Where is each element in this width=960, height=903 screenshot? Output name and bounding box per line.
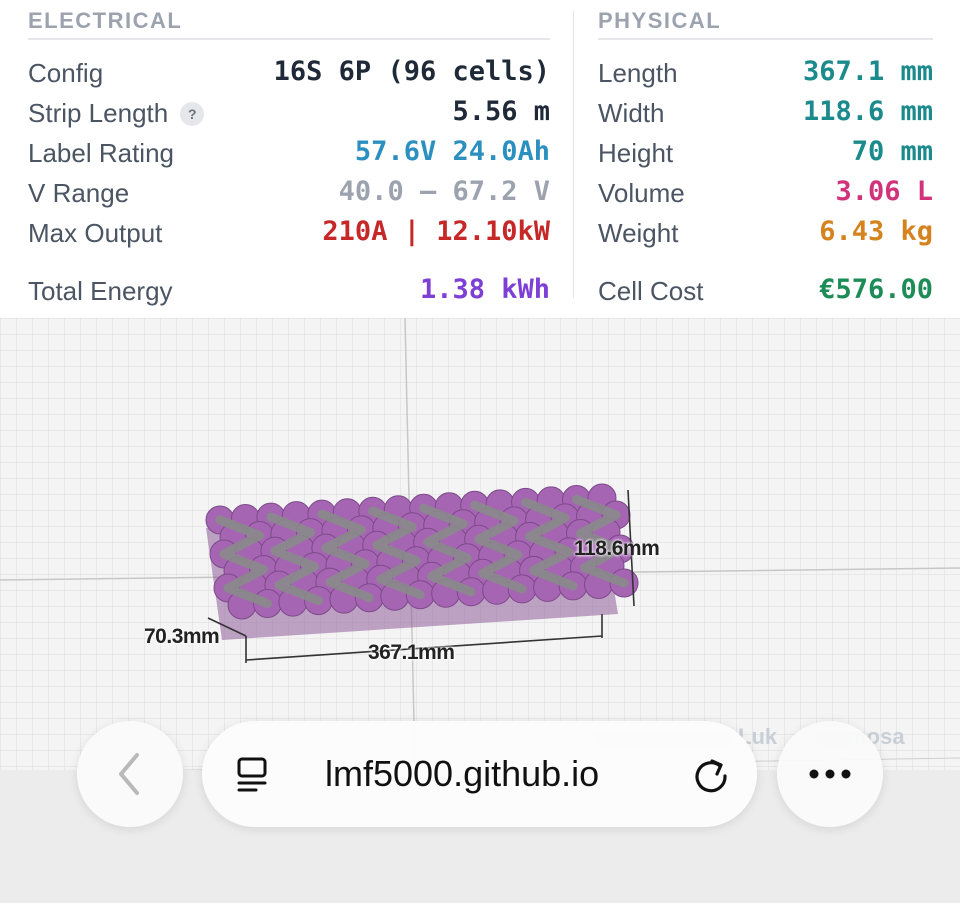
strip-length-value: 5.56 m — [452, 96, 550, 127]
label-rating-label: Label Rating — [28, 138, 174, 168]
length-label: Length — [598, 58, 678, 88]
cell-cost-row: Cell Cost €576.00 — [598, 270, 933, 310]
height-value: 70 mm — [851, 136, 933, 167]
width-label: Width — [598, 98, 665, 128]
url-text[interactable]: lmf5000.github.io — [325, 753, 599, 795]
max-output-label: Max Output — [28, 218, 163, 248]
battery-pack-model[interactable] — [205, 483, 639, 640]
column-divider — [573, 10, 574, 298]
total-energy-row: Total Energy 1.38 kWh — [28, 270, 550, 310]
total-energy-label: Total Energy — [28, 276, 173, 306]
section-divider — [28, 38, 550, 40]
chevron-left-icon — [119, 753, 139, 795]
label-rating-row: Label Rating 57.6V 24.0Ah — [28, 132, 550, 172]
height-row: Height 70 mm — [598, 132, 933, 172]
max-output-row: Max Output 210A | 12.10kW — [28, 212, 550, 252]
strip-length-row: Strip Length? 5.56 m — [28, 92, 550, 132]
strip-length-label-text: Strip Length — [28, 98, 169, 128]
width-row: Width 118.6 mm — [598, 92, 933, 132]
more-dots-icon — [809, 769, 851, 779]
config-label: Config — [28, 58, 104, 88]
weight-row: Weight 6.43 kg — [598, 212, 933, 252]
v-range-row: V Range 40.0 – 67.2 V — [28, 172, 550, 212]
max-output-value: 210A | 12.10kW — [322, 216, 550, 247]
more-button[interactable] — [777, 721, 883, 827]
config-value: 16S 6P (96 cells) — [273, 56, 550, 87]
config-row: Config 16S 6P (96 cells) — [28, 52, 550, 92]
address-bar[interactable]: lmf5000.github.io — [202, 721, 757, 827]
stats-panel: ELECTRICAL Config 16S 6P (96 cells) Stri… — [0, 0, 960, 318]
volume-value: 3.06 L — [835, 176, 933, 207]
length-value: 367.1 mm — [802, 56, 933, 87]
v-range-label: V Range — [28, 178, 130, 208]
reload-icon[interactable] — [690, 754, 732, 796]
back-button[interactable] — [77, 721, 183, 827]
width-dimension-label: 118.6mm — [574, 537, 660, 560]
label-rating-value: 57.6V 24.0Ah — [354, 136, 550, 167]
strip-length-label: Strip Length? — [28, 98, 205, 129]
volume-label: Volume — [598, 178, 685, 208]
reader-mode-icon[interactable] — [234, 755, 274, 795]
weight-value: 6.43 kg — [819, 216, 933, 247]
section-divider — [598, 38, 933, 40]
cell-cost-value: €576.00 — [819, 274, 933, 305]
weight-label: Weight — [598, 218, 679, 248]
total-energy-value: 1.38 kWh — [419, 274, 550, 305]
length-row: Length 367.1 mm — [598, 52, 933, 92]
cell-cost-label: Cell Cost — [598, 276, 704, 306]
height-label: Height — [598, 138, 674, 168]
height-dimension-label: 70.3mm — [144, 625, 220, 648]
length-dimension-label: 367.1mm — [368, 641, 455, 664]
width-value: 118.6 mm — [802, 96, 933, 127]
volume-row: Volume 3.06 L — [598, 172, 933, 212]
v-range-value: 40.0 – 67.2 V — [338, 176, 550, 207]
info-icon[interactable]: ? — [180, 102, 205, 126]
physical-title: PHYSICAL — [598, 8, 722, 33]
electrical-title: ELECTRICAL — [28, 8, 183, 33]
